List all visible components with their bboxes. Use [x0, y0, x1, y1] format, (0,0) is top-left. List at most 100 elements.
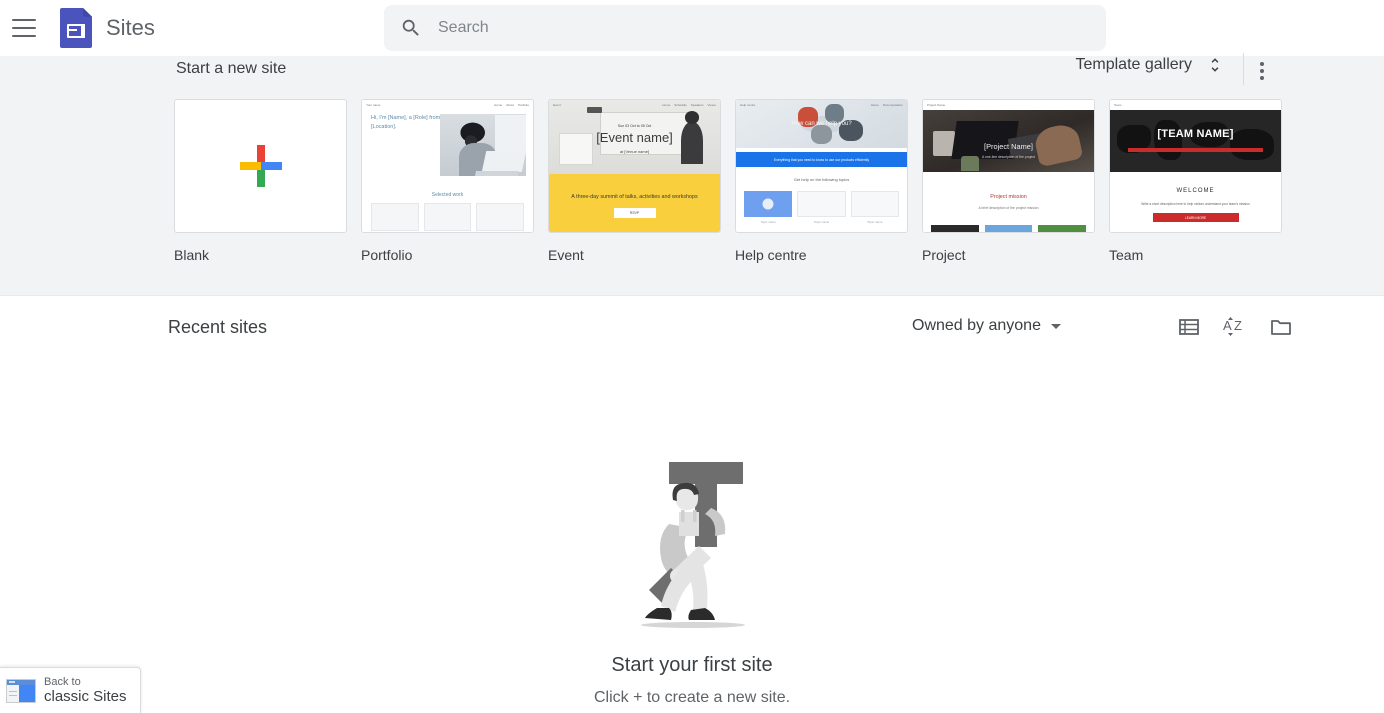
template-card-help-centre[interactable]: Help centre Home Documentation How can w… — [735, 99, 908, 263]
template-card-project[interactable]: Project Name [Project Name] A one-line d… — [922, 99, 1095, 263]
svg-text:A: A — [1223, 318, 1232, 333]
template-card-blank[interactable]: Blank — [174, 99, 347, 263]
template-card-portfolio[interactable]: Your name Home About Portfolio Hi, I'm [… — [361, 99, 534, 263]
blank-thumbnail[interactable] — [174, 99, 347, 233]
preview-section-title: Get help on the following topics — [793, 177, 850, 182]
google-sites-logo[interactable] — [60, 8, 92, 48]
classic-sites-line2: classic Sites — [44, 687, 127, 705]
preview-site-bar: Project Name — [923, 100, 1094, 110]
preview-site-name: Your name — [366, 103, 381, 107]
hamburger-line — [12, 35, 36, 37]
empty-state-title: Start your first site — [611, 654, 773, 676]
start-new-site-title: Start a new site — [176, 60, 287, 77]
preview-site-name: Help centre — [740, 103, 756, 107]
project-thumbnail[interactable]: Project Name [Project Name] A one-line d… — [922, 99, 1095, 233]
logo-layout-glyph — [67, 24, 85, 38]
template-label: Help centre — [735, 247, 807, 263]
preview-work-box — [476, 203, 525, 231]
footer-block — [984, 225, 1033, 232]
photo-laptop — [481, 151, 526, 173]
preview-site-bar: Team — [1110, 100, 1281, 110]
preview-banner-text: A three-day summit of talks, activities … — [571, 194, 698, 200]
team-preview: Team [TEAM NAME] WELCOME Write a short d… — [1110, 100, 1281, 232]
classic-sites-line1: Back to — [44, 675, 81, 688]
preview-nav-item: Venue — [707, 103, 716, 107]
preview-subtitle: A one-line description of the project — [982, 155, 1035, 159]
preview-topic-caption: Topic name — [813, 220, 830, 224]
template-card-event[interactable]: Event Home Schedule Speakers Venue Sun 0… — [548, 99, 721, 263]
preview-red-rule — [1128, 148, 1263, 152]
letter-t-bar — [669, 462, 743, 484]
team-thumbnail[interactable]: Team [TEAM NAME] WELCOME Write a short d… — [1109, 99, 1282, 233]
hamburger-line — [12, 19, 36, 21]
dropdown-caret-icon — [1050, 323, 1061, 329]
preview-world-map — [1110, 110, 1281, 172]
preview-blue-banner: Everything that you need to know to use … — [736, 152, 907, 167]
preview-title: [TEAM NAME] — [1157, 128, 1234, 140]
toolbar-divider — [1243, 53, 1244, 85]
preview-nav-item: Home — [662, 103, 671, 107]
template-gallery-label: Template gallery — [1075, 56, 1193, 73]
search-input[interactable] — [436, 13, 1036, 43]
more-dot — [1260, 69, 1264, 73]
preview-topic-caption: Topic name — [867, 220, 883, 224]
preview-nav-item: Home — [494, 103, 503, 107]
footer-block — [1038, 225, 1087, 232]
preview-nav-item: Speakers — [690, 103, 704, 107]
preview-banner-text: Everything that you need to know to use … — [773, 157, 870, 162]
topic-icon — [762, 198, 774, 210]
portfolio-thumbnail[interactable]: Your name Home About Portfolio Hi, I'm [… — [361, 99, 534, 233]
window-titlebar-dots — [9, 681, 15, 683]
person-carrying-letter-t-illustration — [607, 460, 777, 632]
preview-hero-photo — [923, 110, 1094, 172]
event-thumbnail[interactable]: Event Home Schedule Speakers Venue Sun 0… — [548, 99, 721, 233]
template-label: Project — [922, 247, 966, 263]
recent-sites-header: Recent sites Owned by anyone A Z — [0, 312, 1384, 356]
owner-filter-dropdown[interactable]: Owned by anyone — [912, 317, 1061, 335]
preview-headline: How can we help you? — [791, 121, 852, 127]
search-bar[interactable] — [384, 5, 1106, 51]
plus-arm-yellow — [239, 162, 261, 170]
hamburger-menu-icon[interactable] — [12, 19, 36, 37]
classic-sites-window-icon — [6, 678, 36, 703]
window-sidebar — [7, 684, 19, 702]
app-header: Sites — [0, 0, 1384, 56]
preview-nav-item: Documentation — [882, 103, 903, 107]
back-to-classic-sites-button[interactable]: Back to classic Sites — [0, 667, 141, 713]
more-vert-icon[interactable] — [1250, 59, 1274, 83]
preview-yellow-band: A three-day summit of talks, activities … — [549, 174, 720, 232]
preview-section-title: WELCOME — [1176, 188, 1215, 194]
preview-eyebrow: Sun 03 Oct to 05 Oct — [617, 124, 652, 128]
preview-work-grid — [371, 203, 525, 231]
template-gallery-toggle[interactable]: Template gallery — [1076, 55, 1225, 75]
svg-text:Z: Z — [1234, 318, 1242, 333]
help-centre-thumbnail[interactable]: Help centre Home Documentation How can w… — [735, 99, 908, 233]
template-label: Event — [548, 247, 584, 263]
preview-section-title: Project mission — [990, 194, 1027, 200]
preview-topic-cards — [744, 191, 899, 217]
owner-filter-label: Owned by anyone — [912, 317, 1041, 334]
preview-nav: Home About Portfolio — [494, 103, 529, 107]
preview-nav-item: Home — [870, 103, 879, 107]
preview-nav: Home Documentation — [871, 103, 903, 107]
preview-topic-card — [744, 191, 793, 217]
window-sidebar-line — [9, 694, 17, 696]
preview-cta-button: LEARN MORE — [1152, 213, 1239, 222]
list-view-icon[interactable] — [1176, 314, 1202, 340]
footer-block — [931, 225, 979, 232]
help-centre-preview: Help centre Home Documentation How can w… — [736, 100, 907, 232]
preview-site-name: Project Name — [927, 103, 946, 107]
preview-section-body: Write a short description here to help v… — [1141, 202, 1250, 206]
preview-site-name: Event — [553, 103, 561, 107]
sort-az-icon[interactable]: A Z — [1222, 314, 1248, 340]
preview-title: [Event name] — [596, 130, 673, 145]
preview-site-bar: Event Home Schedule Speakers Venue — [549, 100, 720, 110]
preview-title: [Project Name] — [984, 142, 1033, 151]
folder-icon[interactable] — [1268, 314, 1294, 340]
preview-subtitle: at [Venue name] — [619, 149, 650, 154]
preview-nav: Home Schedule Speakers Venue — [662, 103, 716, 107]
template-card-team[interactable]: Team [TEAM NAME] WELCOME Write a short d… — [1109, 99, 1282, 263]
project-preview: Project Name [Project Name] A one-line d… — [923, 100, 1094, 232]
preview-site-name: Team — [1114, 103, 1122, 107]
preview-site-bar: Your name Home About Portfolio — [362, 100, 533, 110]
